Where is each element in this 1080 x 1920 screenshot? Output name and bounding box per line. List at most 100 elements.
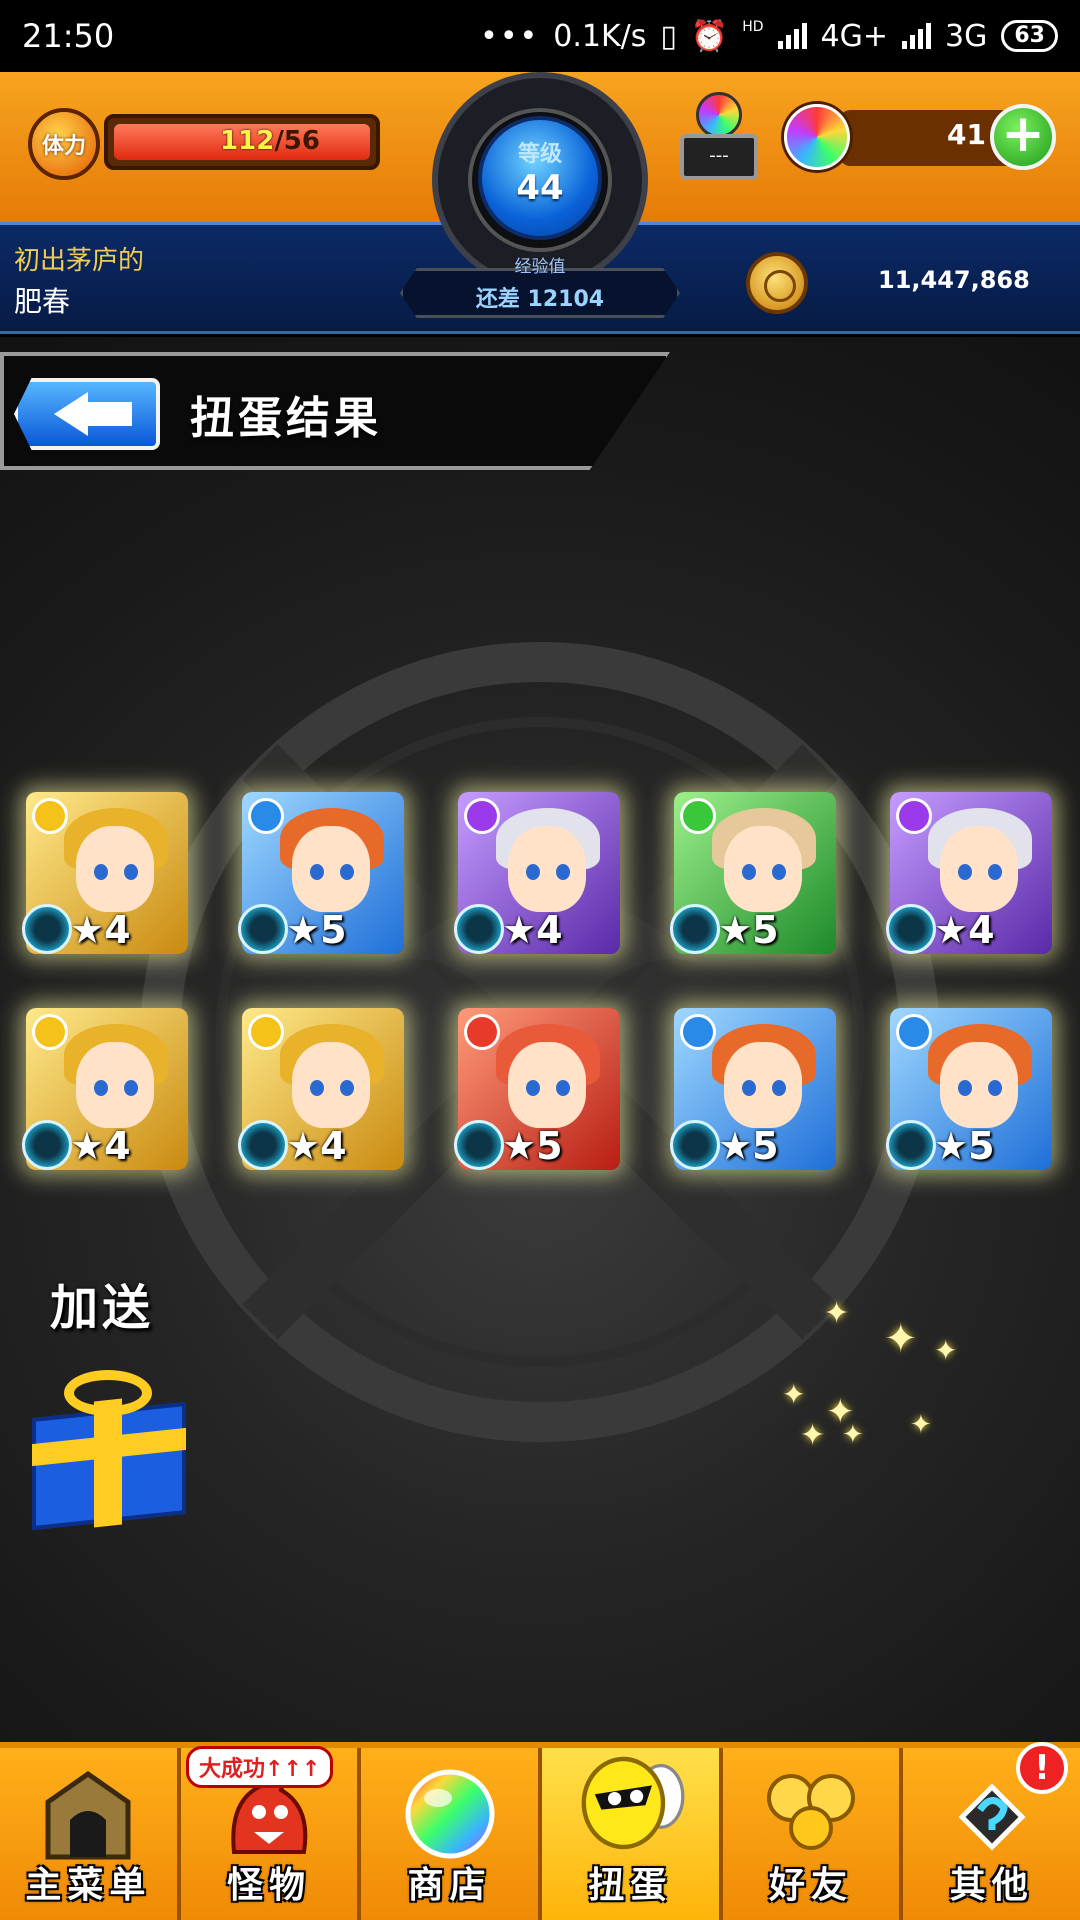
- monster-face: [724, 826, 802, 912]
- egg-icon: [581, 1756, 685, 1850]
- monster-face: [508, 826, 586, 912]
- sparkle-icon: ✦: [824, 1296, 850, 1331]
- result-card[interactable]: ★4: [238, 1008, 404, 1170]
- rarity-stars: ★5: [286, 908, 347, 952]
- rarity-stars: ★5: [718, 908, 779, 952]
- network-type-2: 3G: [945, 18, 988, 54]
- battery-icon: 63: [1001, 20, 1058, 52]
- gift-box-icon[interactable]: [24, 1370, 194, 1531]
- result-card[interactable]: ★5: [670, 1008, 836, 1170]
- eye-left: [94, 864, 108, 880]
- result-card[interactable]: ★5: [238, 792, 404, 954]
- level-label: 等级: [517, 142, 562, 167]
- sparkle-icon: ✦: [842, 1420, 864, 1450]
- monster-face: [292, 1042, 370, 1128]
- egg-box-value: ---: [680, 134, 758, 180]
- result-card[interactable]: ★5: [454, 1008, 620, 1170]
- rarity-stars: ★4: [286, 1124, 347, 1168]
- eye-left: [742, 864, 756, 880]
- luck-badge-icon: [454, 904, 504, 954]
- stamina-bar[interactable]: 112/56: [104, 114, 380, 170]
- monster-face: [76, 1042, 154, 1128]
- eye-right: [556, 1080, 570, 1096]
- coin-icon: [746, 252, 808, 314]
- rarity-stars: ★5: [502, 1124, 563, 1168]
- result-card[interactable]: ★4: [22, 792, 188, 954]
- nav-gacha[interactable]: 扭蛋: [542, 1748, 723, 1920]
- rarity-stars: ★5: [718, 1124, 779, 1168]
- result-card[interactable]: ★4: [22, 1008, 188, 1170]
- element-icon: [896, 1014, 932, 1050]
- friends-balloon-icon: [767, 1774, 856, 1850]
- nav-shop[interactable]: 商店: [361, 1748, 543, 1920]
- rainbow-orb-icon: [784, 104, 850, 170]
- sparkle-icon: ✦: [934, 1334, 958, 1367]
- eye-right: [124, 864, 138, 880]
- level-value: 44: [516, 168, 564, 208]
- promo-badge: 大成功↑↑↑: [186, 1746, 334, 1788]
- element-icon: [680, 1014, 716, 1050]
- hd-label: HD: [742, 18, 764, 35]
- egg-orb-icon: [696, 92, 742, 138]
- back-arrow-stem: [86, 402, 132, 426]
- player-title: 初出茅庐的: [14, 246, 145, 276]
- element-icon: [464, 1014, 500, 1050]
- alert-badge-icon: !: [1016, 1742, 1068, 1794]
- nav-other-label: 其他: [949, 1865, 1034, 1906]
- rainbow-orb-icon: [405, 1769, 495, 1859]
- clock: 21:50: [22, 17, 115, 55]
- back-button[interactable]: [14, 378, 160, 450]
- gift-ribbon-vertical: [94, 1398, 122, 1528]
- element-icon: [32, 1014, 68, 1050]
- rarity-stars: ★4: [70, 1124, 131, 1168]
- add-orbs-button[interactable]: +: [990, 104, 1056, 170]
- rarity-stars: ★4: [502, 908, 563, 952]
- stamina-text: 112/56: [220, 126, 320, 156]
- nav-shop-label: 商店: [407, 1865, 492, 1906]
- eye-right: [772, 1080, 786, 1096]
- eye-right: [772, 864, 786, 880]
- sparkle-icon: ✦: [800, 1418, 826, 1453]
- rarity-stars: ★5: [934, 1124, 995, 1168]
- eye-right: [556, 864, 570, 880]
- exp-remaining: 还差 12104: [475, 287, 605, 312]
- luck-badge-icon: [886, 1120, 936, 1170]
- element-icon: [248, 798, 284, 834]
- exp-label: 经验值: [514, 257, 566, 277]
- result-card[interactable]: ★5: [886, 1008, 1052, 1170]
- egg-box-icon[interactable]: ---: [676, 88, 762, 184]
- stamina-icon: 体力: [28, 108, 100, 180]
- luck-badge-icon: [670, 904, 720, 954]
- eye-right: [988, 1080, 1002, 1096]
- luck-badge-icon: [238, 904, 288, 954]
- result-card[interactable]: ★5: [670, 792, 836, 954]
- eye-right: [988, 864, 1002, 880]
- nav-main-menu[interactable]: 主菜单: [0, 1748, 181, 1920]
- coin-count: 11,447,868: [878, 266, 1030, 294]
- monster-face: [940, 1042, 1018, 1128]
- eye-left: [958, 864, 972, 880]
- sparkle-icon: ✦: [910, 1410, 932, 1440]
- element-icon: [896, 798, 932, 834]
- eye-left: [742, 1080, 756, 1096]
- nav-friends[interactable]: 好友: [722, 1748, 904, 1920]
- monster-face: [508, 1042, 586, 1128]
- element-icon: [680, 798, 716, 834]
- gift-bow-icon: [64, 1370, 152, 1416]
- result-card[interactable]: ★4: [454, 792, 620, 954]
- eye-left: [526, 864, 540, 880]
- player-name: 肥春: [14, 285, 71, 318]
- level-badge[interactable]: 等级 44: [478, 116, 602, 240]
- vibrate-icon: ▯: [660, 18, 677, 54]
- monster-face: [940, 826, 1018, 912]
- result-card[interactable]: ★4: [886, 792, 1052, 954]
- home-gate-icon: [45, 1770, 131, 1860]
- page-title: 扭蛋结果: [190, 393, 382, 444]
- luck-badge-icon: [22, 1120, 72, 1170]
- nav-friends-label: 好友: [769, 1865, 854, 1906]
- luck-badge-icon: [454, 1120, 504, 1170]
- nav-monsters-label: 怪物: [227, 1865, 312, 1906]
- stamina-current: 112: [220, 126, 275, 156]
- back-arrow-icon: [54, 392, 88, 436]
- orb-count: 41: [947, 118, 986, 151]
